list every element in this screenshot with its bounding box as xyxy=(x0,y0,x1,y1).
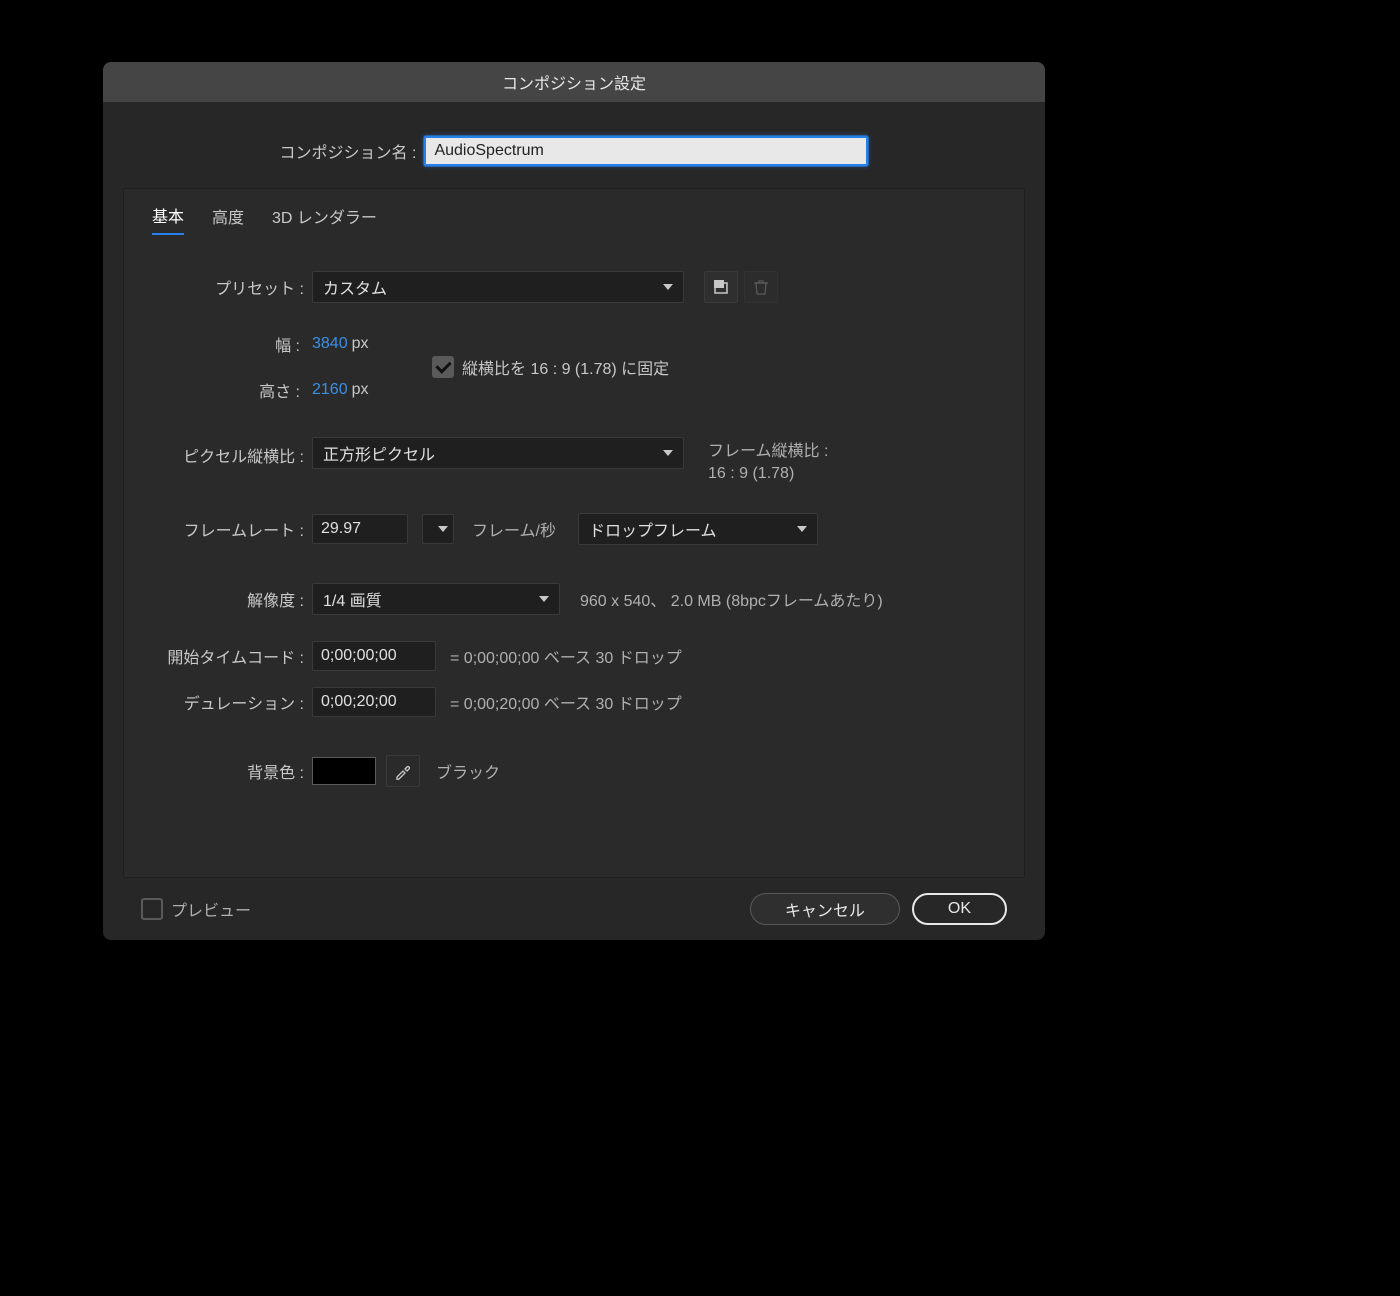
composition-settings-dialog: コンポジション設定 コンポジション名 : 基本 高度 3D レンダラー プリセッ… xyxy=(103,62,1045,940)
start-timecode-row: 開始タイムコード : = 0;00;00;00 ベース 30 ドロップ xyxy=(142,641,1006,671)
pixel-aspect-select[interactable]: 正方形ピクセル xyxy=(312,437,684,469)
preset-select[interactable]: カスタム xyxy=(312,271,684,303)
fps-label: フレーム/秒 xyxy=(472,517,556,541)
preview-checkbox[interactable] xyxy=(141,898,163,920)
duration-row: デュレーション : = 0;00;20;00 ベース 30 ドロップ xyxy=(142,687,1006,717)
dialog-title: コンポジション設定 xyxy=(502,70,646,94)
resolution-row: 解像度 : 1/4 画質 960 x 540、 2.0 MB (8bpcフレーム… xyxy=(142,583,1006,615)
save-icon xyxy=(713,279,729,295)
resolution-value: 1/4 画質 xyxy=(323,587,382,611)
height-unit: px xyxy=(352,381,369,399)
chevron-down-icon xyxy=(663,284,673,290)
tab-bar: 基本 高度 3D レンダラー xyxy=(142,189,1006,243)
ok-button[interactable]: OK xyxy=(912,893,1007,925)
chevron-down-icon xyxy=(539,596,549,602)
pixel-aspect-label: ピクセル縦横比 : xyxy=(142,437,312,467)
start-timecode-input[interactable] xyxy=(312,641,436,671)
comp-name-input[interactable] xyxy=(424,136,868,166)
lock-aspect-row: 縦横比を 16 : 9 (1.78) に固定 xyxy=(432,355,669,379)
dropframe-select[interactable]: ドロップフレーム xyxy=(578,513,818,545)
framerate-row: フレームレート : フレーム/秒 ドロップフレーム xyxy=(142,513,1006,545)
lock-aspect-label: 縦横比を 16 : 9 (1.78) に固定 xyxy=(462,355,669,379)
settings-panel: 基本 高度 3D レンダラー プリセット : カスタム xyxy=(123,188,1025,878)
width-label: 幅 : xyxy=(142,332,312,356)
preview-row: プレビュー xyxy=(141,897,251,921)
tab-advanced[interactable]: 高度 xyxy=(212,204,244,234)
frame-aspect-label: フレーム縦横比 : xyxy=(708,437,828,461)
start-timecode-hint: = 0;00;00;00 ベース 30 ドロップ xyxy=(450,644,682,668)
frame-aspect-value: 16 : 9 (1.78) xyxy=(708,465,828,483)
preset-row: プリセット : カスタム xyxy=(142,271,1006,303)
framerate-label: フレームレート : xyxy=(142,517,312,541)
save-preset-button[interactable] xyxy=(704,271,738,303)
comp-name-row: コンポジション名 : xyxy=(123,136,1025,166)
tab-3d-renderer[interactable]: 3D レンダラー xyxy=(272,204,377,234)
bg-color-swatch[interactable] xyxy=(312,757,376,785)
pixel-aspect-row: ピクセル縦横比 : 正方形ピクセル フレーム縦横比 : 16 : 9 (1.78… xyxy=(142,437,1006,483)
framerate-dropdown-button[interactable] xyxy=(422,514,454,544)
frame-aspect-block: フレーム縦横比 : 16 : 9 (1.78) xyxy=(708,437,828,483)
preview-label: プレビュー xyxy=(171,897,251,921)
preset-label: プリセット : xyxy=(142,275,312,299)
tab-basic[interactable]: 基本 xyxy=(152,203,184,235)
lock-aspect-checkbox[interactable] xyxy=(432,356,454,378)
resolution-select[interactable]: 1/4 画質 xyxy=(312,583,560,615)
comp-name-label: コンポジション名 : xyxy=(280,139,417,163)
bg-color-row: 背景色 : ブラック xyxy=(142,755,1006,787)
duration-hint: = 0;00;20;00 ベース 30 ドロップ xyxy=(450,690,682,714)
resolution-hint: 960 x 540、 2.0 MB (8bpcフレームあたり) xyxy=(580,587,883,611)
bg-color-name: ブラック xyxy=(436,759,500,783)
width-value[interactable]: 3840 xyxy=(312,335,348,353)
duration-label: デュレーション : xyxy=(142,690,312,714)
trash-icon xyxy=(754,279,768,295)
chevron-down-icon xyxy=(663,450,673,456)
eyedropper-icon xyxy=(394,762,412,780)
chevron-down-icon xyxy=(438,526,448,532)
dialog-body: コンポジション名 : 基本 高度 3D レンダラー プリセット : カスタム xyxy=(103,102,1045,940)
delete-preset-button xyxy=(744,271,778,303)
chevron-down-icon xyxy=(797,526,807,532)
start-timecode-label: 開始タイムコード : xyxy=(142,644,312,668)
duration-input[interactable] xyxy=(312,687,436,717)
width-row: 幅 : 3840 px xyxy=(142,321,432,367)
cancel-button[interactable]: キャンセル xyxy=(750,893,900,925)
height-label: 高さ : xyxy=(142,378,312,402)
dimensions-block: 幅 : 3840 px 高さ : 2160 px 縦横比を 16 : 9 (1.… xyxy=(142,321,1006,413)
resolution-label: 解像度 : xyxy=(142,587,312,611)
bg-color-label: 背景色 : xyxy=(142,759,312,783)
dropframe-value: ドロップフレーム xyxy=(589,517,717,541)
height-row: 高さ : 2160 px xyxy=(142,367,432,413)
pixel-aspect-value: 正方形ピクセル xyxy=(323,441,435,465)
dialog-footer: プレビュー キャンセル OK xyxy=(123,878,1025,940)
height-value[interactable]: 2160 xyxy=(312,381,348,399)
width-unit: px xyxy=(352,335,369,353)
preset-value: カスタム xyxy=(323,275,387,299)
eyedropper-button[interactable] xyxy=(386,755,420,787)
framerate-input[interactable] xyxy=(312,514,408,544)
dialog-titlebar: コンポジション設定 xyxy=(103,62,1045,102)
